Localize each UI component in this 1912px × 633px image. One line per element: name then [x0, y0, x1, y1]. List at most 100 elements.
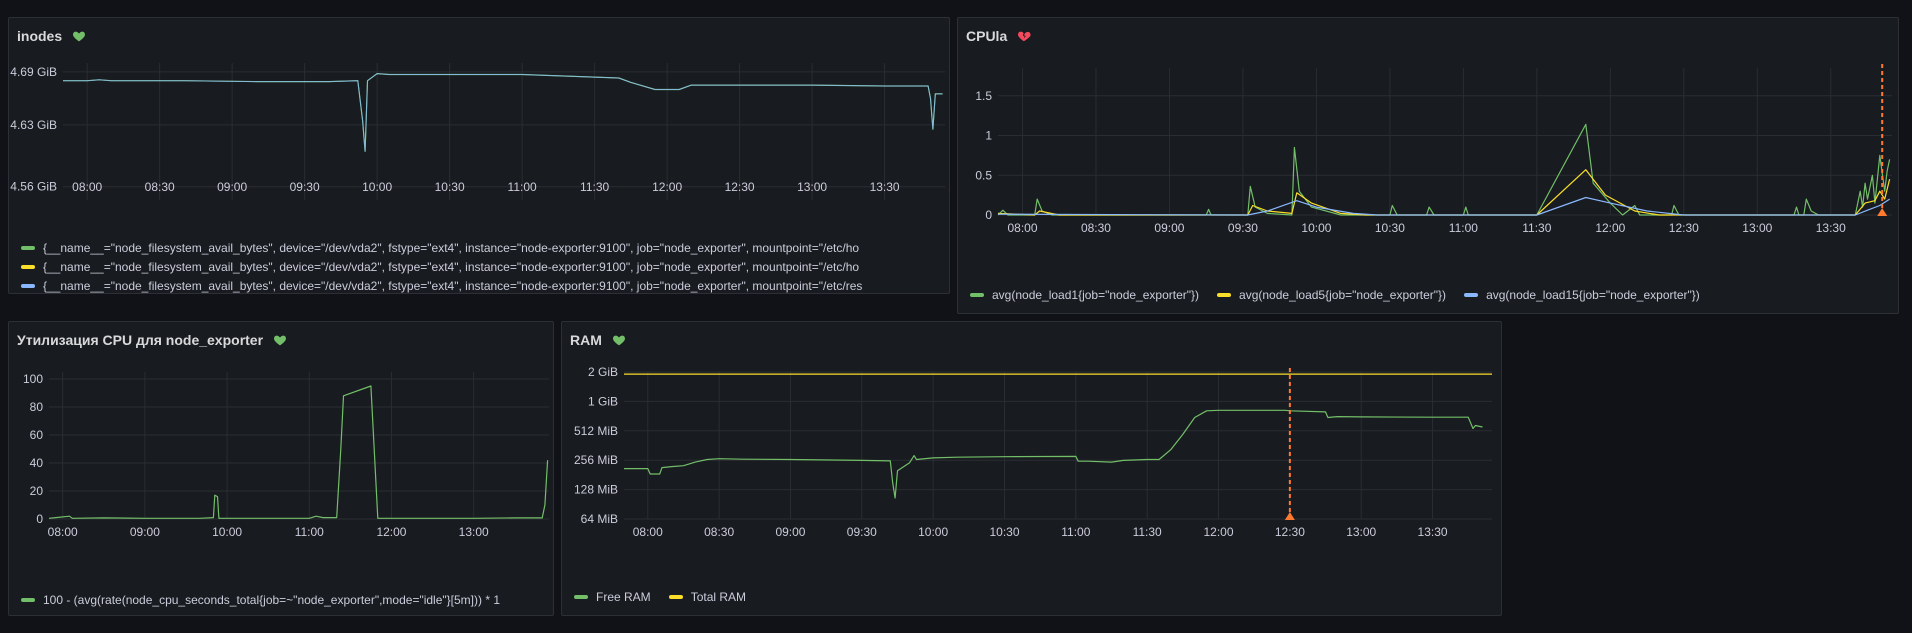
panel-title: Утилизация CPU для node_exporter — [17, 332, 264, 348]
chart-cpu-util[interactable]: 100 80 60 40 20 0 08:00 09:00 10:00 11:00 12:00 13:… — [9, 362, 553, 582]
panel-cpula: CPUla 1.5 1 0.5 0 08:00 08:30 09:00 09:30 10:00 1… — [957, 17, 1899, 314]
x-tick-label: 11:30 — [580, 180, 609, 194]
series-line — [63, 73, 943, 152]
legend-label: avg(node_load15{job="node_exporter"}) — [1486, 288, 1700, 302]
x-tick-label: 11:30 — [1522, 221, 1551, 235]
y-tick-label: 256 MiB — [574, 453, 618, 467]
legend-label: {__name__="node_filesystem_avail_bytes",… — [43, 240, 860, 255]
chart-svg[interactable]: 4.69 GiB 4.63 GiB 4.56 GiB 08:00 08:30 09:00 0… — [9, 58, 949, 254]
chart-svg[interactable]: 2 GiB 1 GiB 512 MiB 256 MiB 128 MiB 64 MiB 08:… — [562, 362, 1501, 582]
chart-svg[interactable]: 1.5 1 0.5 0 08:00 08:30 09:00 09:30 10:00 10:30 11… — [958, 58, 1898, 278]
panel-title: inodes — [17, 28, 63, 44]
x-tick-label: 10:00 — [212, 525, 242, 539]
heart-icon[interactable] — [612, 333, 626, 347]
y-tick-label: 1 GiB — [588, 394, 618, 408]
legend-item[interactable]: {__name__="node_filesystem_avail_bytes",… — [21, 257, 862, 276]
x-tick-label: 08:30 — [1081, 221, 1111, 235]
legend-swatch — [21, 245, 35, 250]
x-tick-label: 13:00 — [459, 525, 489, 539]
y-tick-label: 0 — [985, 208, 992, 222]
panel-title: RAM — [570, 332, 602, 348]
chart-cpula[interactable]: 1.5 1 0.5 0 08:00 08:30 09:00 09:30 10:00 10:30 11… — [958, 58, 1898, 278]
panel-cpu-util: Утилизация CPU для node_exporter 100 80 60… — [8, 321, 554, 616]
x-tick-label: 10:30 — [1375, 221, 1405, 235]
y-tick-label: 4.63 GiB — [10, 118, 57, 132]
legend-label: avg(node_load5{job="node_exporter"}) — [1239, 288, 1447, 302]
series-line — [997, 169, 1891, 216]
legend-item[interactable]: {__name__="node_filesystem_avail_bytes",… — [21, 276, 862, 293]
x-tick-label: 10:00 — [362, 180, 392, 194]
chart-svg[interactable]: 100 80 60 40 20 0 08:00 09:00 10:00 11:00 12:00 13:… — [9, 362, 553, 582]
x-tick-label: 08:30 — [145, 180, 175, 194]
series-line — [997, 123, 1891, 216]
panel-header[interactable]: Утилизация CPU для node_exporter — [17, 330, 287, 350]
legend-swatch — [668, 595, 683, 599]
legend: Free RAM Total RAM — [574, 590, 746, 604]
x-tick-label: 10:30 — [989, 525, 1019, 539]
x-tick-label: 09:30 — [290, 180, 320, 194]
x-tick-label: 12:00 — [1204, 525, 1234, 539]
x-tick-label: 12:30 — [1669, 221, 1699, 235]
panel-header[interactable]: RAM — [570, 330, 626, 350]
x-tick-label: 08:30 — [704, 525, 734, 539]
y-tick-label: 40 — [30, 456, 44, 470]
heart-icon[interactable] — [72, 29, 86, 43]
x-tick-label: 12:00 — [1595, 221, 1625, 235]
x-tick-label: 12:30 — [1275, 525, 1305, 539]
x-tick-label: 08:00 — [72, 180, 102, 194]
y-tick-label: 80 — [30, 400, 44, 414]
legend-item[interactable]: Total RAM — [668, 590, 747, 604]
x-tick-label: 08:00 — [48, 525, 78, 539]
series-line — [48, 385, 549, 519]
y-tick-label: 0 — [36, 512, 43, 526]
x-tick-label: 10:00 — [918, 525, 948, 539]
x-tick-label: 11:00 — [295, 525, 324, 539]
x-tick-label: 12:30 — [725, 180, 755, 194]
legend-label: 100 - (avg(rate(node_cpu_seconds_total{j… — [43, 592, 500, 607]
legend-item[interactable]: Free RAM — [574, 590, 651, 604]
legend-swatch — [1217, 293, 1232, 297]
legend-swatch — [21, 597, 35, 602]
x-tick-label: 09:00 — [130, 525, 160, 539]
broken-heart-icon[interactable] — [1017, 29, 1031, 43]
annotation-marker — [1877, 208, 1888, 216]
x-tick-label: 13:30 — [1816, 221, 1846, 235]
panel-ram: RAM 2 GiB 1 GiB 512 MiB 256 MiB 128 MiB 64 Mi… — [561, 321, 1502, 616]
heart-icon[interactable] — [273, 333, 287, 347]
legend-swatch — [574, 595, 588, 599]
chart-ram[interactable]: 2 GiB 1 GiB 512 MiB 256 MiB 128 MiB 64 MiB 08:… — [562, 362, 1501, 582]
legend: {__name__="node_filesystem_avail_bytes",… — [21, 238, 862, 293]
annotation-marker — [1284, 512, 1295, 520]
legend-item[interactable]: 100 - (avg(rate(node_cpu_seconds_total{j… — [21, 590, 500, 609]
x-tick-label: 09:00 — [775, 525, 805, 539]
y-tick-label: 1 — [985, 129, 992, 143]
x-tick-label: 13:00 — [1346, 525, 1376, 539]
y-tick-label: 60 — [30, 428, 44, 442]
x-tick-label: 12:00 — [376, 525, 406, 539]
x-tick-label: 11:00 — [508, 180, 537, 194]
panel-header[interactable]: inodes — [17, 26, 86, 46]
legend-item[interactable]: avg(node_load5{job="node_exporter"}) — [1217, 288, 1446, 302]
legend-swatch — [21, 283, 35, 288]
x-tick-label: 11:00 — [1449, 221, 1478, 235]
x-tick-label: 13:30 — [870, 180, 900, 194]
legend: avg(node_load1{job="node_exporter"}) avg… — [970, 288, 1700, 302]
y-tick-label: 4.69 GiB — [10, 65, 57, 79]
x-tick-label: 09:00 — [1154, 221, 1184, 235]
x-tick-label: 11:00 — [1061, 525, 1090, 539]
legend-label: Total RAM — [690, 590, 747, 604]
x-tick-label: 09:00 — [217, 180, 247, 194]
legend-item[interactable]: {__name__="node_filesystem_avail_bytes",… — [21, 238, 862, 257]
legend-item[interactable]: avg(node_load15{job="node_exporter"}) — [1464, 288, 1700, 302]
legend-swatch — [970, 293, 984, 297]
x-tick-label: 09:30 — [1228, 221, 1258, 235]
x-tick-label: 11:30 — [1133, 525, 1162, 539]
panel-inodes: inodes 4.69 GiB 4.63 GiB 4.56 GiB 08:00 08:3… — [8, 17, 950, 294]
panel-header[interactable]: CPUla — [966, 26, 1031, 46]
chart-inodes[interactable]: 4.69 GiB 4.63 GiB 4.56 GiB 08:00 08:30 09:00 0… — [9, 58, 949, 254]
legend-label: Free RAM — [596, 590, 651, 604]
y-tick-label: 64 MiB — [581, 512, 618, 526]
legend-item[interactable]: avg(node_load1{job="node_exporter"}) — [970, 288, 1199, 302]
y-tick-label: 128 MiB — [574, 483, 618, 497]
x-tick-label: 13:30 — [1418, 525, 1448, 539]
